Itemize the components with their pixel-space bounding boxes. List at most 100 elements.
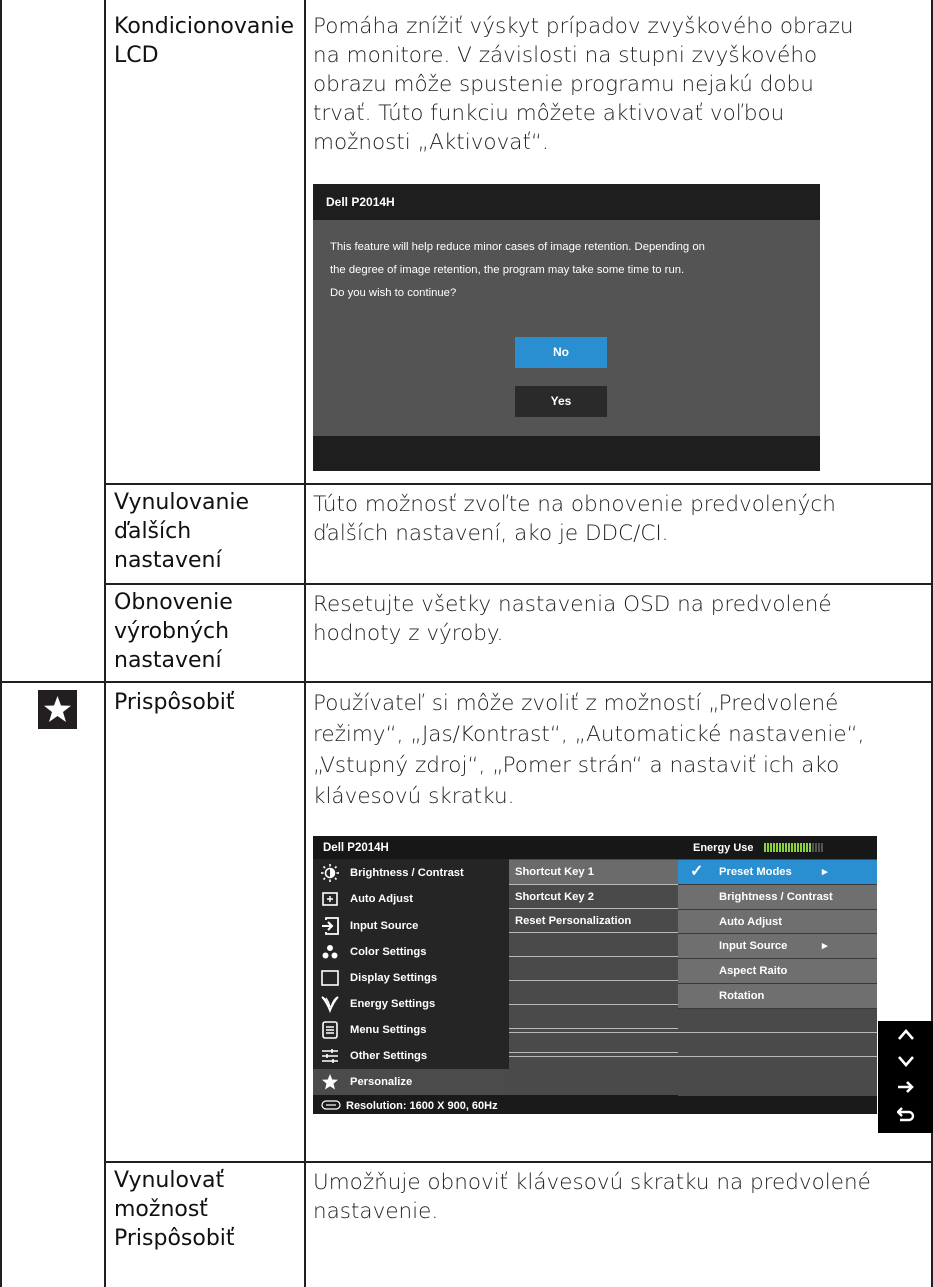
submenu-divider [509, 908, 678, 909]
submenu-divider [509, 932, 678, 933]
option-divider [678, 983, 877, 984]
osd-menu-item[interactable]: Brightness / Contrast [313, 860, 509, 886]
osd-menu-label: Personalize [350, 1076, 413, 1088]
option-label: Aspect Raito [719, 965, 788, 977]
desc-line: Pomáha znížiť výskyt prípadov zvyškového… [313, 14, 854, 39]
osd-menu-item[interactable]: Auto Adjust [313, 886, 509, 912]
osd-option-item[interactable]: Aspect Raito [678, 959, 877, 983]
energy-meter-segment [776, 843, 778, 852]
option-label: Rotation [719, 990, 765, 1002]
row-label: Vynulovať možnosť Prispôsobiť [114, 1166, 235, 1253]
row-label: Vynulovanie ďalších nastavení [114, 488, 249, 575]
submenu-label: Reset Personalization [515, 915, 632, 927]
label-line: možnosť [114, 1197, 208, 1222]
row-label: Kondicionovanie LCD [114, 12, 294, 70]
option-divider [678, 958, 877, 959]
osd-option-item[interactable]: Auto Adjust [678, 910, 877, 934]
star-icon [322, 1074, 338, 1090]
osd-menu-label: Input Source [350, 920, 419, 932]
dialog-footer [313, 436, 820, 471]
row-divider [104, 483, 933, 485]
osd-menu-item[interactable]: Other Settings [313, 1043, 509, 1069]
yes-button[interactable]: Yes [515, 386, 607, 417]
check-icon: ✓ [690, 863, 704, 880]
osd-menu-label: Auto Adjust [350, 893, 413, 905]
energy-meter-segment [803, 843, 805, 852]
osd-menu-item[interactable]: Display Settings [313, 965, 509, 991]
option-divider [678, 909, 877, 910]
osd-option-item[interactable]: Brightness / Contrast [678, 885, 877, 909]
osd-menu-item[interactable]: Personalize [313, 1069, 509, 1095]
display-settings-icon [321, 970, 339, 986]
message-line: Do you wish to continue? [330, 287, 457, 299]
energy-meter-segment [812, 843, 814, 852]
submenu-divider [509, 1028, 678, 1029]
reset-personalization-item[interactable]: Reset Personalization [515, 909, 678, 933]
desc-line: režimy“, „Jas/Kontrast“, „Automatické na… [313, 722, 865, 747]
row-divider [104, 583, 933, 585]
table-border-col2 [304, 0, 306, 1287]
desc-line: na monitore. V závislosti na stupni zvyš… [313, 43, 818, 68]
osd-menu-label: Other Settings [350, 1050, 428, 1062]
osd-menu-item[interactable]: Menu Settings [313, 1017, 509, 1043]
option-label: Input Source [719, 940, 788, 952]
row-label: Obnovenie výrobných nastavení [114, 588, 233, 675]
option-label: Preset Modes [719, 866, 792, 878]
osd-menu-item[interactable]: Color Settings [313, 939, 509, 965]
brightness-icon [321, 864, 339, 882]
energy-meter-segment [809, 843, 811, 852]
color-settings-icon [322, 945, 338, 959]
option-divider [678, 884, 877, 885]
osd-personalize-menu: Dell P2014H Energy Use Brightness / Cont… [313, 836, 877, 1114]
energy-use-meter [764, 843, 823, 852]
energy-use-label: Energy Use [693, 842, 754, 854]
energy-meter-segment [797, 843, 799, 852]
up-arrow-icon[interactable] [878, 1025, 933, 1047]
message-line: the degree of image retention, the progr… [330, 264, 685, 276]
energy-meter-segment [815, 843, 817, 852]
right-arrow-icon[interactable] [878, 1077, 933, 1099]
osd-option-item[interactable]: ▸ Input Source [678, 934, 877, 958]
label-line: Vynulovanie [114, 490, 250, 515]
shortcut-key-1-item[interactable]: Shortcut Key 1 [509, 860, 678, 884]
option-divider [509, 1032, 877, 1033]
chevron-right-icon: ▸ [822, 866, 828, 878]
table-border-col1 [104, 0, 106, 1287]
energy-meter-segment [764, 843, 766, 852]
osd-menu-label: Menu Settings [350, 1024, 427, 1036]
desc-line: trvať. Túto funkciu môžete aktivovať voľ… [313, 101, 785, 126]
down-arrow-icon[interactable] [878, 1051, 933, 1073]
energy-meter-segment [788, 843, 790, 852]
submenu-divider [509, 1052, 678, 1053]
osd-menu-item[interactable]: Input Source [313, 913, 509, 939]
chevron-right-icon: ▸ [822, 940, 828, 952]
row-divider [0, 681, 933, 683]
option-divider [509, 1056, 877, 1057]
energy-meter-segment [800, 843, 802, 852]
energy-settings-icon [321, 996, 339, 1013]
desc-line: Resetujte všetky nastavenia OSD na predv… [313, 592, 832, 617]
energy-meter-segment [773, 843, 775, 852]
energy-meter-segment [779, 843, 781, 852]
desc-line: ďalších nastavení, ako je DDC/CI. [313, 521, 669, 546]
osd-model-title: Dell P2014H [323, 842, 389, 854]
option-label: Brightness / Contrast [719, 891, 833, 903]
no-button[interactable]: No [515, 337, 607, 368]
other-settings-icon [322, 1049, 338, 1063]
label-line: nastavení [114, 648, 222, 673]
back-icon[interactable] [878, 1105, 933, 1127]
osd-menu-item[interactable]: Energy Settings [313, 991, 509, 1017]
label-line: Prispôsobiť [114, 690, 235, 715]
energy-meter-segment [821, 843, 823, 852]
shortcut-key-2-item[interactable]: Shortcut Key 2 [515, 885, 678, 909]
osd-menu-label: Color Settings [350, 946, 427, 958]
desc-line: obrazu môže spustenie programu nejakú do… [313, 72, 814, 97]
auto-adjust-icon [322, 892, 338, 906]
energy-meter-segment [818, 843, 820, 852]
osd-option-item[interactable]: Rotation [678, 984, 877, 1008]
osd-option-item[interactable]: ✓ ▸ Preset Modes [678, 860, 877, 884]
energy-meter-segment [794, 843, 796, 852]
menu-settings-icon [322, 1021, 338, 1039]
submenu-divider [509, 956, 678, 957]
submenu-divider [509, 884, 678, 885]
